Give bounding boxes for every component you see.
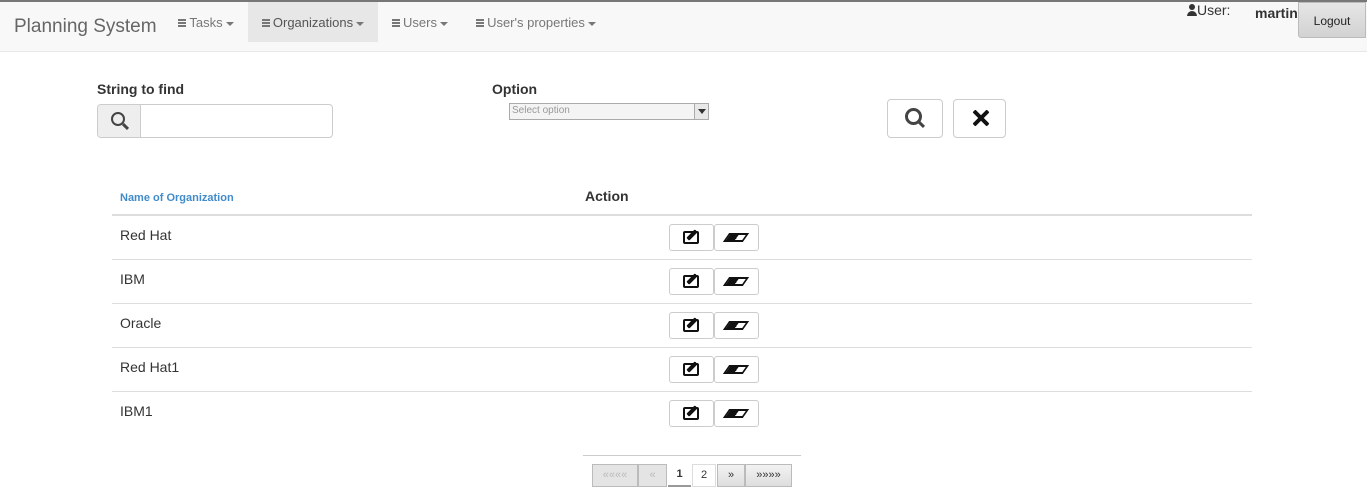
caret-down-icon	[587, 21, 596, 26]
delete-button[interactable]	[714, 268, 759, 295]
organization-name: Oracle	[120, 315, 162, 331]
column-header-name[interactable]: Name of Organization	[120, 192, 234, 204]
logout-button[interactable]: Logout	[1298, 2, 1366, 38]
edit-button[interactable]	[669, 356, 714, 383]
username: martin	[1255, 5, 1298, 21]
organization-name: IBM	[120, 271, 145, 287]
table-row: Red Hat1	[112, 348, 1252, 392]
caret-down-icon	[439, 21, 448, 26]
search-icon	[905, 108, 922, 125]
delete-button[interactable]	[714, 356, 759, 383]
search-input-group	[97, 104, 333, 138]
option-select[interactable]: Select option	[509, 103, 709, 120]
column-header-action: Action	[585, 188, 629, 204]
search-icon	[111, 112, 125, 126]
delete-button[interactable]	[714, 224, 759, 251]
caret-down-icon	[356, 21, 365, 26]
eraser-icon	[722, 277, 750, 286]
organization-name: Red Hat1	[120, 359, 180, 375]
pagination-page-1[interactable]: 1	[668, 464, 691, 487]
edit-button[interactable]	[669, 400, 714, 427]
nav-menu-user-properties[interactable]: User's properties	[466, 2, 606, 42]
nav-menu-label: Tasks	[189, 15, 223, 30]
menu-icon	[476, 19, 485, 27]
edit-icon	[683, 319, 699, 332]
nav-menu-label: User's properties	[487, 15, 585, 30]
edit-icon	[683, 363, 699, 376]
close-icon	[972, 109, 990, 127]
edit-icon	[683, 231, 699, 244]
edit-icon	[683, 275, 699, 288]
table-row: Red Hat	[112, 216, 1252, 260]
delete-button[interactable]	[714, 312, 759, 339]
nav-menu-tasks[interactable]: Tasks	[168, 2, 244, 42]
organization-name: Red Hat	[120, 227, 172, 243]
delete-button[interactable]	[714, 400, 759, 427]
eraser-icon	[722, 233, 750, 242]
user-label: User:	[1197, 2, 1231, 18]
eraser-icon	[722, 321, 750, 330]
organization-name: IBM1	[120, 403, 153, 419]
table-row: IBM1	[112, 392, 1252, 436]
user-icon	[1187, 4, 1197, 16]
option-select-placeholder: Select option	[512, 105, 570, 116]
user-indicator: User:	[1187, 2, 1230, 18]
table-row: Oracle	[112, 304, 1252, 348]
search-input[interactable]	[142, 105, 332, 137]
clear-button[interactable]	[953, 99, 1006, 138]
pagination-first[interactable]: ««««	[592, 464, 638, 487]
nav-menu-label: Organizations	[272, 15, 354, 30]
edit-button[interactable]	[669, 268, 714, 295]
brand[interactable]: Planning System	[14, 16, 157, 38]
edit-button[interactable]	[669, 224, 714, 251]
option-label: Option	[492, 81, 538, 97]
menu-icon	[178, 19, 187, 27]
pagination-prev[interactable]: «	[638, 464, 667, 487]
pagination-next[interactable]: »	[717, 464, 745, 487]
pagination-divider	[583, 455, 801, 456]
search-button[interactable]	[887, 99, 943, 138]
table-row: IBM	[112, 260, 1252, 304]
edit-button[interactable]	[669, 312, 714, 339]
eraser-icon	[722, 409, 750, 418]
caret-down-icon	[225, 21, 234, 26]
nav-menu-organizations[interactable]: Organizations	[248, 2, 378, 42]
edit-icon	[683, 407, 699, 420]
eraser-icon	[722, 365, 750, 374]
menu-icon	[261, 19, 270, 27]
menu-icon	[392, 19, 401, 27]
nav-menu-label: Users	[403, 15, 437, 30]
pagination-last[interactable]: »»»»	[745, 464, 792, 487]
search-addon	[98, 105, 141, 137]
nav-menu-users[interactable]: Users	[382, 2, 458, 42]
string-to-find-label: String to find	[97, 81, 185, 97]
pagination-page-2[interactable]: 2	[692, 464, 716, 487]
navbar: Planning System Tasks Organizations User…	[0, 2, 1367, 52]
chevron-down-icon	[694, 104, 708, 119]
